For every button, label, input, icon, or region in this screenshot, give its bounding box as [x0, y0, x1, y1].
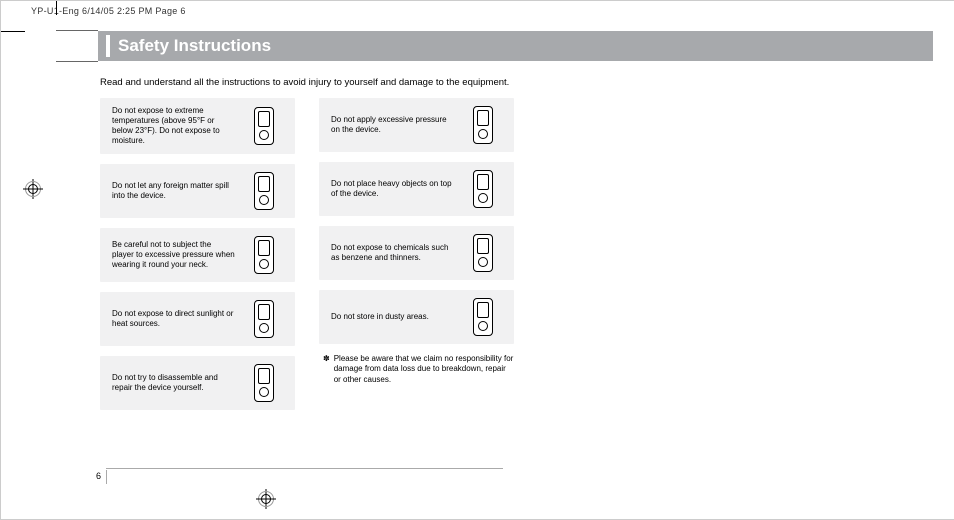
page-content: Safety Instructions Read and understand …: [56, 31, 933, 509]
instruction-card: Do not place heavy objects on top of the…: [319, 162, 514, 216]
device-icon: [460, 106, 506, 144]
device-icon: [460, 298, 506, 336]
instruction-card: Do not expose to direct sunlight or heat…: [100, 292, 295, 346]
device-icon: [241, 236, 287, 274]
instruction-card: Do not let any foreign matter spill into…: [100, 164, 295, 218]
footnote-mark: ✽: [323, 354, 330, 385]
device-icon: [241, 364, 287, 402]
footnote-text: Please be aware that we claim no respons…: [334, 354, 514, 385]
instruction-text: Do not expose to extreme temperatures (a…: [112, 106, 241, 146]
registration-mark-icon: [23, 179, 43, 199]
intro-text: Read and understand all the instructions…: [100, 77, 933, 88]
device-icon: [241, 300, 287, 338]
footnote: ✽ Please be aware that we claim no respo…: [323, 354, 514, 385]
instruction-card: Be careful not to subject the player to …: [100, 228, 295, 282]
instruction-card: Do not apply excessive pressure on the d…: [319, 98, 514, 152]
instruction-text: Do not apply excessive pressure on the d…: [331, 115, 460, 135]
page-scan: YP-U1-Eng 6/14/05 2:25 PM Page 6 Safety …: [0, 0, 954, 520]
instruction-card: Do not expose to chemicals such as benze…: [319, 226, 514, 280]
footer-tick: [106, 470, 107, 484]
instruction-text: Do not expose to chemicals such as benze…: [331, 243, 460, 263]
instruction-text: Be careful not to subject the player to …: [112, 240, 241, 270]
instruction-column-left: Do not expose to extreme temperatures (a…: [100, 98, 295, 420]
instruction-text: Do not expose to direct sunlight or heat…: [112, 309, 241, 329]
instruction-text: Do not try to disassemble and repair the…: [112, 373, 241, 393]
page-title: Safety Instructions: [118, 36, 271, 56]
print-header: YP-U1-Eng 6/14/05 2:25 PM Page 6: [31, 6, 186, 16]
device-icon: [460, 234, 506, 272]
instruction-text: Do not let any foreign matter spill into…: [112, 181, 241, 201]
instruction-card: Do not store in dusty areas.: [319, 290, 514, 344]
instruction-card: Do not try to disassemble and repair the…: [100, 356, 295, 410]
title-bar-stub: [56, 30, 98, 62]
instruction-columns: Do not expose to extreme temperatures (a…: [100, 98, 933, 420]
instruction-column-right: Do not apply excessive pressure on the d…: [319, 98, 514, 420]
title-bar-divider: [106, 35, 110, 57]
page-number: 6: [96, 471, 101, 481]
footer-rule: [106, 468, 503, 469]
instruction-text: Do not store in dusty areas.: [331, 312, 460, 322]
device-icon: [241, 107, 287, 145]
crop-mark: [56, 1, 57, 15]
device-icon: [460, 170, 506, 208]
instruction-card: Do not expose to extreme temperatures (a…: [100, 98, 295, 154]
title-bar: Safety Instructions: [56, 31, 933, 61]
crop-mark: [1, 31, 25, 32]
instruction-text: Do not place heavy objects on top of the…: [331, 179, 460, 199]
device-icon: [241, 172, 287, 210]
